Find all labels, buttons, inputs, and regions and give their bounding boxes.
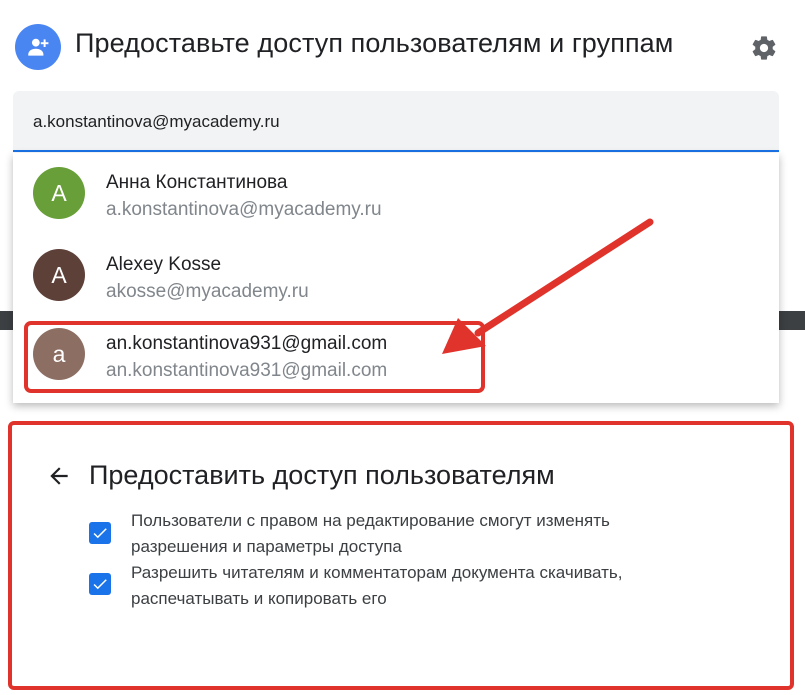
- avatar: A: [33, 167, 85, 219]
- background-strip-right: [779, 311, 805, 330]
- person-add-glyph: [28, 38, 49, 56]
- arrow-back-icon[interactable]: [45, 462, 73, 490]
- suggestion-name: an.konstantinova931@gmail.com: [106, 333, 388, 354]
- suggestions-dropdown: A Анна Константинова a.konstantinova@mya…: [13, 153, 779, 403]
- suggestion-item[interactable]: A Анна Константинова a.konstantinova@mya…: [13, 153, 779, 231]
- suggestion-email: a.konstantinova@myacademy.ru: [106, 199, 382, 220]
- viewers-can-download-checkbox[interactable]: [89, 573, 111, 595]
- gear-icon[interactable]: [748, 32, 780, 64]
- option-label: Пользователи с правом на редактирование …: [131, 508, 731, 560]
- background-strip-left: [0, 311, 13, 330]
- editors-can-change-permissions-checkbox[interactable]: [89, 522, 111, 544]
- option-label-line: распечатывать и копировать его: [131, 589, 387, 608]
- search-input[interactable]: [33, 109, 753, 135]
- suggestion-item[interactable]: A Alexey Kosse akosse@myacademy.ru: [13, 235, 779, 313]
- avatar: a: [33, 328, 85, 380]
- suggestion-item[interactable]: a an.konstantinova931@gmail.com an.konst…: [13, 314, 779, 392]
- option-label-line: Разрешить читателям и комментаторам доку…: [131, 563, 623, 582]
- suggestion-name: Alexey Kosse: [106, 254, 222, 275]
- suggestion-name: Анна Константинова: [106, 172, 288, 193]
- people-search-field[interactable]: [13, 91, 779, 152]
- person-add-icon: [15, 24, 61, 70]
- check-icon: [93, 528, 107, 539]
- avatar: A: [33, 249, 85, 301]
- check-icon: [93, 579, 107, 590]
- option-label: Разрешить читателям и комментаторам доку…: [131, 560, 731, 612]
- option-label-line: разрешения и параметры доступа: [131, 537, 402, 556]
- page-title: Предоставьте доступ пользователям и груп…: [75, 28, 674, 58]
- panel-title: Предоставить доступ пользователям: [89, 460, 555, 490]
- option-label-line: Пользователи с правом на редактирование …: [131, 511, 610, 530]
- suggestion-email: an.konstantinova931@gmail.com: [106, 360, 388, 381]
- suggestion-email: akosse@myacademy.ru: [106, 281, 309, 302]
